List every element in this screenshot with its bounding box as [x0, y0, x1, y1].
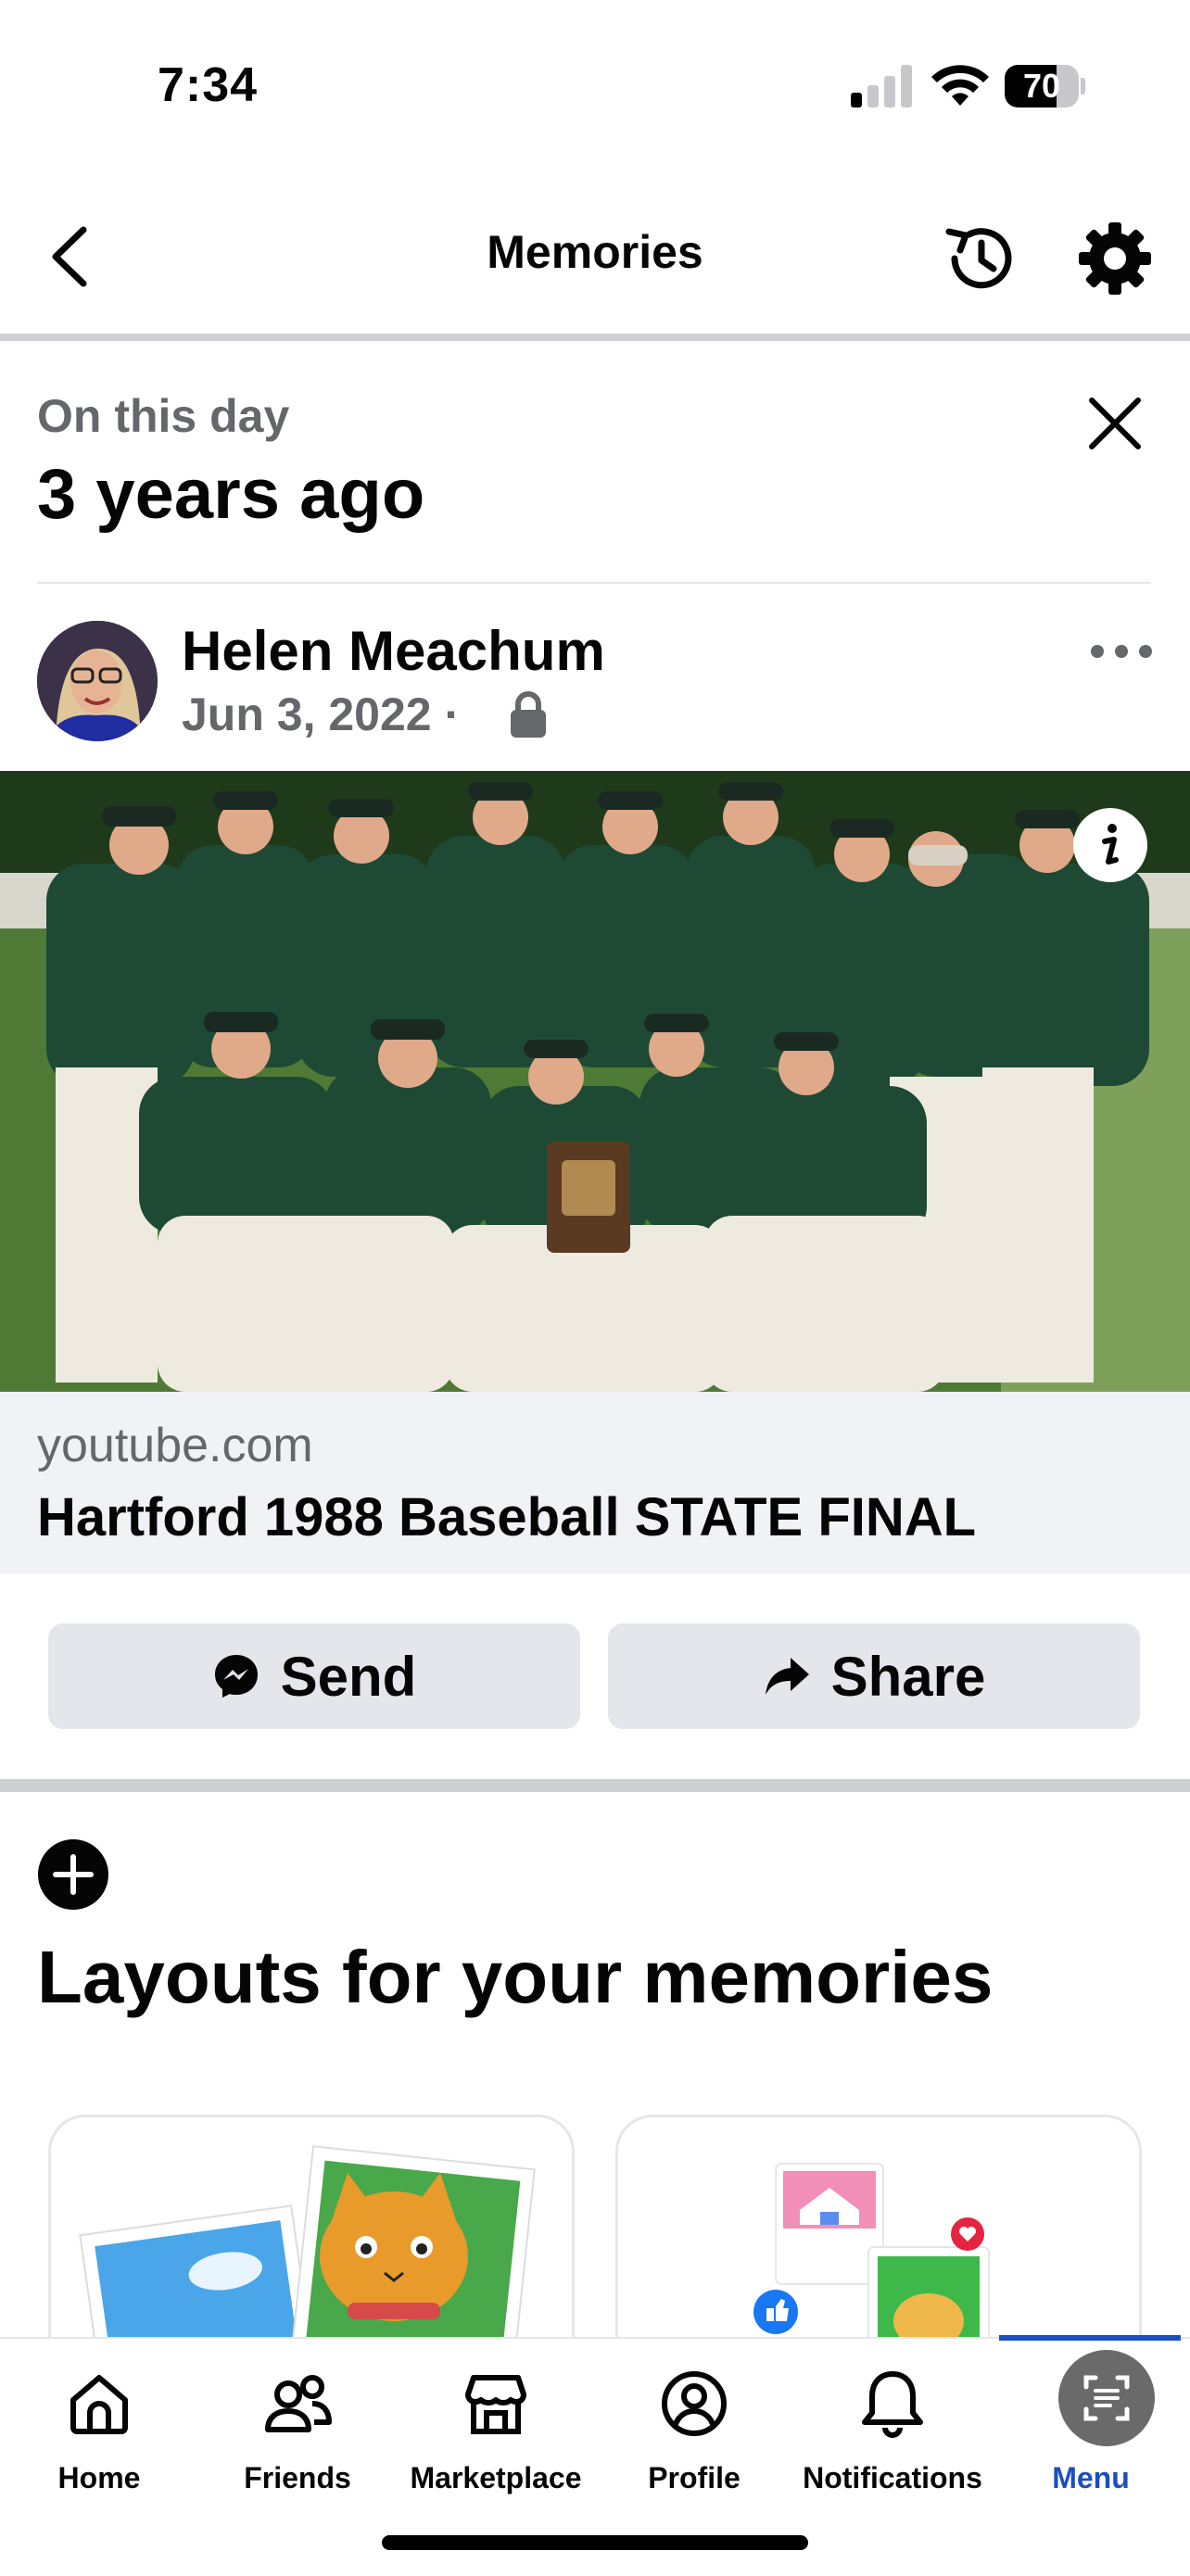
nav-label-profile: Profile: [648, 2461, 741, 2494]
wifi-icon: [931, 65, 989, 106]
lock-icon: [511, 691, 546, 738]
layout-card-photo[interactable]: [48, 2115, 575, 2358]
signal-icon: [851, 65, 912, 107]
nav-item-friends[interactable]: Friends: [198, 2367, 397, 2495]
share-button[interactable]: Share: [608, 1623, 1140, 1729]
nav-label-friends: Friends: [244, 2461, 351, 2494]
more-icon: [1091, 645, 1152, 658]
nav-item-home[interactable]: Home: [0, 2367, 198, 2495]
nav-label-notifications: Notifications: [803, 2461, 982, 2494]
active-tab-indicator: [999, 2335, 1181, 2341]
friends-icon: [265, 2375, 332, 2432]
section-divider: [0, 1779, 1190, 1792]
link-title[interactable]: Hartford 1988 Baseball STATE FINAL: [37, 1486, 976, 1548]
header-divider: [0, 334, 1190, 341]
nav-label-menu: Menu: [1052, 2461, 1130, 2494]
messenger-icon: [214, 1655, 258, 1698]
scan-button[interactable]: [1058, 2350, 1155, 2446]
more-options-button[interactable]: [1086, 628, 1157, 675]
nav-item-profile[interactable]: Profile: [595, 2367, 793, 2495]
home-icon: [70, 2375, 128, 2434]
battery-level: 70: [1022, 67, 1061, 105]
settings-button[interactable]: [1075, 219, 1155, 298]
bell-icon: [862, 2371, 923, 2438]
share-label: Share: [830, 1645, 986, 1708]
link-domain: youtube.com: [37, 1419, 313, 1472]
close-icon: [1089, 398, 1141, 449]
post-author[interactable]: Helen Meachum: [182, 619, 605, 683]
post-date: Jun 3, 2022 ·: [182, 688, 461, 740]
section-divider: [37, 582, 1151, 584]
gear-icon: [1079, 222, 1151, 295]
info-button[interactable]: [1071, 806, 1149, 884]
home-indicator: [382, 2535, 808, 2550]
nav-label-marketplace: Marketplace: [410, 2461, 582, 2494]
nav-item-notifications[interactable]: Notifications: [793, 2367, 992, 2495]
send-label: Send: [280, 1645, 417, 1708]
nav-item-marketplace[interactable]: Marketplace: [397, 2367, 595, 2495]
profile-icon: [662, 2371, 727, 2436]
share-icon: [765, 1658, 809, 1695]
add-icon[interactable]: [37, 1838, 109, 1911]
history-button[interactable]: [942, 219, 1021, 298]
nav-label-home: Home: [57, 2461, 141, 2494]
send-button[interactable]: Send: [48, 1623, 580, 1729]
post-photo[interactable]: [0, 771, 1190, 1392]
marketplace-icon: [465, 2375, 526, 2434]
status-time: 7:34: [158, 58, 259, 112]
battery-indicator: 70: [1005, 63, 1085, 109]
layout-card-collage[interactable]: [615, 2115, 1142, 2358]
avatar[interactable]: [37, 621, 158, 741]
cat-icon: [320, 2173, 468, 2321]
text-scan-icon: [1083, 2375, 1130, 2421]
close-button[interactable]: [1084, 393, 1146, 454]
layouts-title: Layouts for your memories: [37, 1936, 994, 2018]
on-this-day-title: 3 years ago: [37, 455, 425, 534]
on-this-day-label: On this day: [37, 390, 290, 442]
history-icon: [945, 228, 1012, 289]
